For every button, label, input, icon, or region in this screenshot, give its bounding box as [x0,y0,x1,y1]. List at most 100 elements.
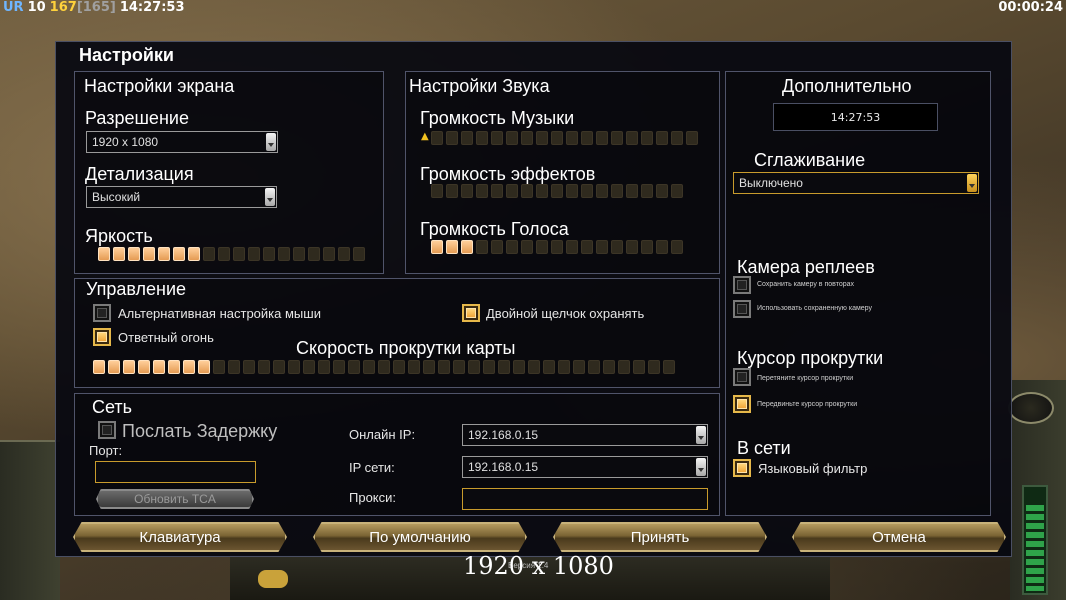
language-filter-checkbox[interactable] [733,459,751,477]
music-volume-slider[interactable] [431,131,698,145]
send-delay-checkbox[interactable] [98,421,116,439]
slider-segment[interactable] [188,247,200,261]
slider-segment[interactable] [93,360,105,374]
slider-segment[interactable] [183,360,195,374]
slider-segment[interactable] [581,184,593,198]
slider-segment[interactable] [551,240,563,254]
slider-segment[interactable] [596,131,608,145]
slider-segment[interactable] [128,247,140,261]
slider-segment[interactable] [648,360,660,374]
slider-segment[interactable] [348,360,360,374]
slider-segment[interactable] [461,240,473,254]
slider-segment[interactable] [353,247,365,261]
slider-segment[interactable] [228,360,240,374]
slider-segment[interactable] [393,360,405,374]
brightness-slider[interactable] [98,247,365,261]
lan-ip-dropdown[interactable]: 192.168.0.15 [462,456,708,478]
slider-segment[interactable] [461,184,473,198]
slider-segment[interactable] [618,360,630,374]
return-fire-checkbox[interactable] [93,328,111,346]
slider-segment[interactable] [543,360,555,374]
effects-volume-slider[interactable] [431,184,683,198]
slider-segment[interactable] [656,240,668,254]
slider-segment[interactable] [423,360,435,374]
online-ip-dropdown[interactable]: 192.168.0.15 [462,424,708,446]
slider-segment[interactable] [323,247,335,261]
slider-segment[interactable] [528,360,540,374]
slider-segment[interactable] [558,360,570,374]
resolution-dropdown[interactable]: 1920 x 1080 [86,131,278,153]
slider-segment[interactable] [248,247,260,261]
slider-segment[interactable] [641,240,653,254]
slider-segment[interactable] [143,247,155,261]
port-input[interactable] [95,461,256,483]
music-volume-thumb[interactable]: ▲ [421,131,429,142]
detail-dropdown[interactable]: Высокий [86,186,277,208]
slider-segment[interactable] [218,247,230,261]
slider-segment[interactable] [138,360,150,374]
slider-segment[interactable] [536,184,548,198]
accept-button[interactable]: Принять [553,522,767,552]
slider-segment[interactable] [263,247,275,261]
slider-segment[interactable] [431,184,443,198]
slider-segment[interactable] [513,360,525,374]
slider-segment[interactable] [566,184,578,198]
slider-segment[interactable] [461,131,473,145]
slider-segment[interactable] [293,247,305,261]
slider-segment[interactable] [158,247,170,261]
slider-segment[interactable] [671,131,683,145]
cancel-button[interactable]: Отмена [792,522,1006,552]
slider-segment[interactable] [108,360,120,374]
slider-segment[interactable] [173,247,185,261]
slider-segment[interactable] [491,184,503,198]
slider-segment[interactable] [408,360,420,374]
slider-segment[interactable] [243,360,255,374]
slider-segment[interactable] [498,360,510,374]
slider-segment[interactable] [273,360,285,374]
slider-segment[interactable] [476,184,488,198]
slider-segment[interactable] [641,184,653,198]
slider-segment[interactable] [98,247,110,261]
double-click-guard-checkbox[interactable] [462,304,480,322]
use-saved-camera-checkbox[interactable] [733,300,751,318]
slider-segment[interactable] [446,131,458,145]
slider-segment[interactable] [468,360,480,374]
slider-segment[interactable] [506,240,518,254]
slider-segment[interactable] [453,360,465,374]
slider-segment[interactable] [333,360,345,374]
slider-segment[interactable] [603,360,615,374]
slider-segment[interactable] [626,131,638,145]
slider-segment[interactable] [551,184,563,198]
move-scroll-cursor-checkbox[interactable] [733,395,751,413]
slider-segment[interactable] [338,247,350,261]
slider-segment[interactable] [213,360,225,374]
slider-segment[interactable] [431,240,443,254]
slider-segment[interactable] [671,240,683,254]
slider-segment[interactable] [203,247,215,261]
slider-segment[interactable] [521,131,533,145]
slider-segment[interactable] [378,360,390,374]
slider-segment[interactable] [446,184,458,198]
slider-segment[interactable] [506,184,518,198]
slider-segment[interactable] [431,131,443,145]
slider-segment[interactable] [258,360,270,374]
voice-volume-slider[interactable] [431,240,683,254]
slider-segment[interactable] [611,184,623,198]
slider-segment[interactable] [303,360,315,374]
slider-segment[interactable] [168,360,180,374]
slider-segment[interactable] [198,360,210,374]
alt-mouse-checkbox[interactable] [93,304,111,322]
slider-segment[interactable] [566,131,578,145]
slider-segment[interactable] [521,184,533,198]
slider-segment[interactable] [581,131,593,145]
slider-segment[interactable] [611,240,623,254]
antialiasing-dropdown[interactable]: Выключено [733,172,979,194]
slider-segment[interactable] [588,360,600,374]
slider-segment[interactable] [288,360,300,374]
slider-segment[interactable] [626,184,638,198]
slider-segment[interactable] [656,184,668,198]
slider-segment[interactable] [318,360,330,374]
slider-segment[interactable] [573,360,585,374]
slider-segment[interactable] [663,360,675,374]
keyboard-button[interactable]: Клавиатура [73,522,287,552]
